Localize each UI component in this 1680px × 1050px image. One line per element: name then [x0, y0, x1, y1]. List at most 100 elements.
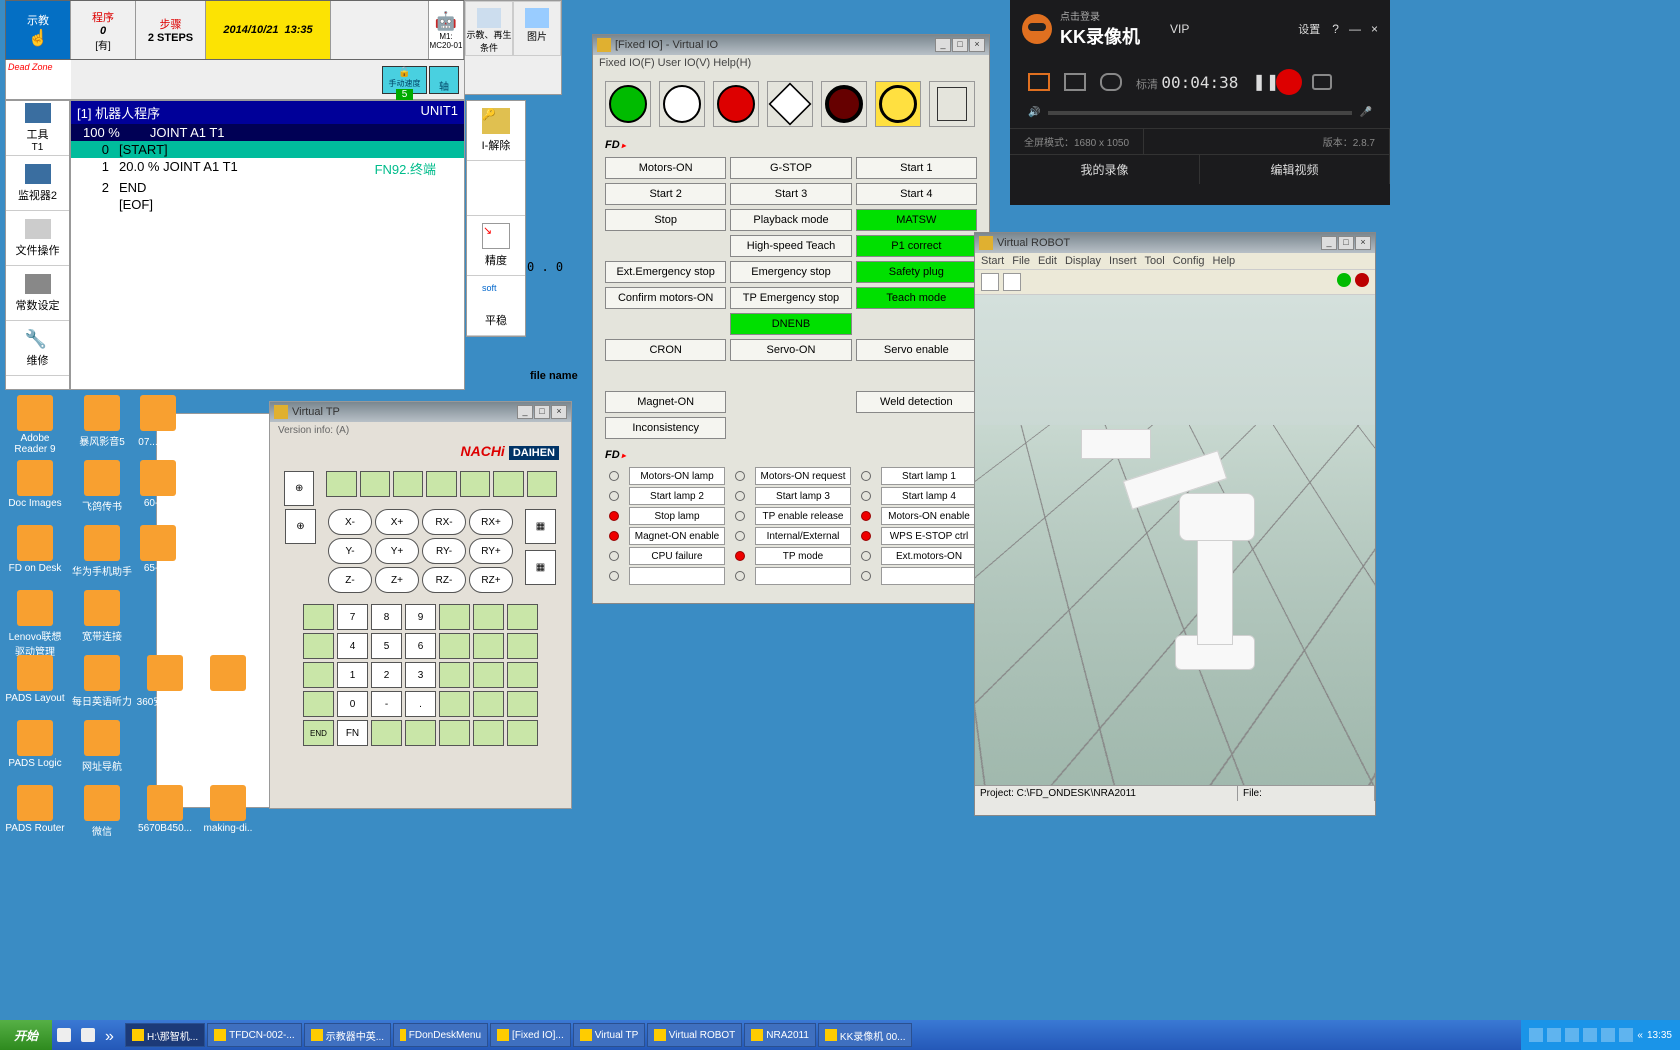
minimize-button[interactable]: _: [517, 405, 533, 419]
tp-enable-1[interactable]: ⊕: [284, 471, 314, 506]
camera-button[interactable]: [1312, 74, 1332, 90]
yellow-indicator[interactable]: [875, 81, 921, 127]
vio-btn-start-2[interactable]: Start 2: [605, 183, 726, 205]
tp-fn-3[interactable]: [393, 471, 423, 497]
vio-btn-weld-detection[interactable]: Weld detection: [856, 391, 977, 413]
tool-maint[interactable]: 🔧维修: [6, 321, 69, 376]
tp-fn-7[interactable]: [527, 471, 557, 497]
step-cell[interactable]: 步骤 2 STEPS: [136, 1, 206, 59]
tp-fn-2[interactable]: [360, 471, 390, 497]
volume-slider[interactable]: [1048, 111, 1351, 115]
menu-file[interactable]: File: [1012, 255, 1030, 267]
maximize-button[interactable]: □: [1338, 236, 1354, 250]
jog-x+[interactable]: X+: [375, 509, 419, 535]
task-KK-00-[interactable]: KK录像机 00...: [818, 1023, 913, 1047]
tray-icon-6[interactable]: [1619, 1028, 1633, 1042]
rtool-precision[interactable]: ↘精度: [467, 216, 525, 276]
mode-indicator[interactable]: 示教 ☝: [6, 1, 71, 59]
vio-btn-servo-on[interactable]: Servo-ON: [730, 339, 851, 361]
vtp-titlebar[interactable]: Virtual TP _ □ ×: [270, 402, 571, 422]
tray-icon-2[interactable]: [1547, 1028, 1561, 1042]
vio-btn-ext-emergency-stop[interactable]: Ext.Emergency stop: [605, 261, 726, 283]
tool-file[interactable]: 文件操作: [6, 211, 69, 266]
kk-tab-recordings[interactable]: 我的录像: [1010, 155, 1200, 184]
hex-lamp[interactable]: [767, 81, 813, 127]
jog-y+[interactable]: Y+: [375, 538, 419, 564]
speed-indicator[interactable]: 🔒 手动速度 5: [382, 66, 427, 94]
menu-display[interactable]: Display: [1065, 255, 1101, 267]
task-H-[interactable]: H:\那智机...: [125, 1023, 205, 1047]
desktop-icon-PADS-Router[interactable]: PADS Router: [5, 785, 65, 834]
tp-side-r-0-2[interactable]: [507, 604, 538, 630]
desktop-icon-Doc-Images[interactable]: Doc Images: [5, 460, 65, 509]
tp-extra-1[interactable]: [371, 720, 402, 746]
darkred-lamp[interactable]: [821, 81, 867, 127]
kk-header[interactable]: 点击登录 KK录像机 VIP 设置 ? — ×: [1010, 0, 1390, 57]
numkey-7[interactable]: 7: [337, 604, 368, 630]
window-icon[interactable]: [1064, 73, 1086, 91]
vio-btn-confirm-motors-on[interactable]: Confirm motors-ON: [605, 287, 726, 309]
numkey-4[interactable]: 4: [337, 633, 368, 659]
tp-side-r-2-2[interactable]: [507, 662, 538, 688]
vio-btn-teach-mode[interactable]: Teach mode: [856, 287, 977, 309]
vr-tool-1[interactable]: [981, 273, 999, 291]
desktop-icon--[interactable]: 微信: [72, 785, 132, 838]
task-NRA2011[interactable]: NRA2011: [744, 1023, 816, 1047]
tool-t1[interactable]: 工具T1: [6, 101, 69, 156]
tp-side-l-2[interactable]: [303, 662, 334, 688]
green-lamp[interactable]: [605, 81, 651, 127]
tray-icon-1[interactable]: [1529, 1028, 1543, 1042]
tp-side-l-3[interactable]: [303, 691, 334, 717]
tp-fn-key[interactable]: FN: [337, 720, 368, 746]
minimize-button[interactable]: _: [1321, 236, 1337, 250]
menu-insert[interactable]: Insert: [1109, 255, 1137, 267]
numkey-8[interactable]: 8: [371, 604, 402, 630]
kk-help-icon[interactable]: ?: [1332, 22, 1339, 36]
task--Fixed-IO-[interactable]: [Fixed IO]...: [490, 1023, 571, 1047]
desktop-icon-Adobe-Reader-9[interactable]: Adobe Reader 9: [5, 395, 65, 455]
task-FDonDeskMenu[interactable]: FDonDeskMenu: [393, 1023, 488, 1047]
tp-page-down[interactable]: ▦: [525, 550, 556, 585]
tray-expand[interactable]: «: [1637, 1030, 1643, 1041]
vio-btn-start-3[interactable]: Start 3: [730, 183, 851, 205]
desktop-icon--[interactable]: 宽带连接: [72, 590, 132, 643]
screen-icon[interactable]: [1028, 73, 1050, 91]
axis-toggle[interactable]: 轴: [429, 66, 459, 94]
desktop-icon-Lenovo-[interactable]: Lenovo联想驱动管理: [5, 590, 65, 658]
tray-icon-4[interactable]: [1583, 1028, 1597, 1042]
desktop-icon-360-[interactable]: 360安全卫士: [135, 655, 195, 708]
vr-tool-2[interactable]: [1003, 273, 1021, 291]
menu-config[interactable]: Config: [1173, 255, 1205, 267]
vio-btn-motors-on[interactable]: Motors-ON: [605, 157, 726, 179]
kk-login-link[interactable]: 点击登录: [1060, 8, 1140, 23]
tp-side-r-3-1[interactable]: [473, 691, 504, 717]
vio-menubar[interactable]: Fixed IO(F) User IO(V) Help(H): [593, 55, 989, 75]
tp-fn-6[interactable]: [493, 471, 523, 497]
record-button[interactable]: [1276, 69, 1302, 95]
jog-ry+[interactable]: RY+: [469, 538, 513, 564]
desktop-icon-PADS-Layout[interactable]: PADS Layout: [5, 655, 65, 704]
vio-btn-stop[interactable]: Stop: [605, 209, 726, 231]
desktop-icon-60-1-[interactable]: 60-1...: [128, 460, 188, 509]
vio-btn-start-1[interactable]: Start 1: [856, 157, 977, 179]
vio-btn-g-stop[interactable]: G-STOP: [730, 157, 851, 179]
maximize-button[interactable]: □: [534, 405, 550, 419]
tp-side-r-3-2[interactable]: [507, 691, 538, 717]
tp-enable-2[interactable]: ⊕: [285, 509, 316, 544]
vio-btn-matsw[interactable]: MATSW: [856, 209, 977, 231]
ql-more[interactable]: »: [102, 1023, 122, 1047]
vio-btn-high-speed-teach[interactable]: High-speed Teach: [730, 235, 851, 257]
numkey--[interactable]: -: [371, 691, 402, 717]
kk-tab-edit[interactable]: 编辑视频: [1200, 155, 1390, 184]
tp-side-r-1-0[interactable]: [439, 633, 470, 659]
vio-titlebar[interactable]: [Fixed IO] - Virtual IO _ □ ×: [593, 35, 989, 55]
tp-side-l-0[interactable]: [303, 604, 334, 630]
desktop-icon-65-1-[interactable]: 65-1...: [128, 525, 188, 574]
task-Virtual-TP[interactable]: Virtual TP: [573, 1023, 646, 1047]
vio-btn-inconsistency[interactable]: Inconsistency: [605, 417, 726, 439]
tp-side-l-1[interactable]: [303, 633, 334, 659]
jog-z-[interactable]: Z-: [328, 567, 372, 593]
speaker-icon[interactable]: 🔊: [1028, 107, 1040, 118]
white-lamp[interactable]: [659, 81, 705, 127]
desktop-icon-FD-on-Desk[interactable]: FD on Desk: [5, 525, 65, 574]
